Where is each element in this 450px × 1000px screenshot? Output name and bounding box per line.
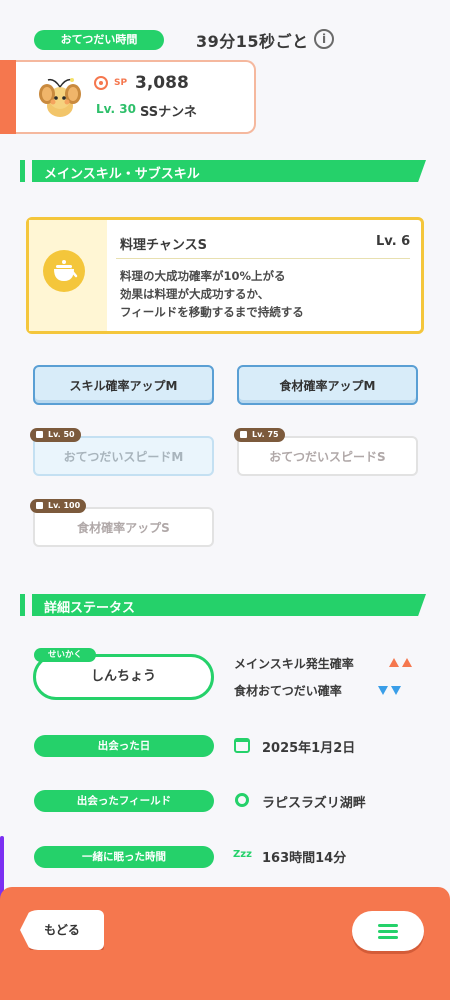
sleep-time-value: 163時間14分: [262, 851, 347, 866]
met-field-label: 出会ったフィールド: [34, 790, 214, 812]
nature-up-effect: メインスキル発生確率: [234, 657, 354, 671]
menu-icon: [378, 924, 398, 927]
pokemon-level: Lv. 30: [96, 102, 136, 116]
met-field-value: ラピスラズリ湖畔: [262, 796, 366, 811]
nature-label: せいかく: [34, 648, 96, 662]
lock-badge-lv50: Lv. 50: [30, 428, 81, 442]
main-skill-description: 料理の大成功確率が10%上がる 効果は料理が大成功するか、 フィールドを移動する…: [120, 269, 304, 319]
sp-icon: [94, 76, 108, 90]
lock-badge-lv100: Lv. 100: [30, 499, 87, 513]
menu-button[interactable]: [352, 911, 424, 951]
help-time-value: 39分15秒ごと: [196, 32, 309, 51]
sleep-icon: Zzz: [233, 849, 252, 860]
sub-skill-1-button[interactable]: スキル確率アップM: [33, 365, 214, 405]
down-arrow-icon: [391, 686, 401, 695]
main-skill-level: Lv. 6: [376, 234, 411, 249]
location-pin-icon: [235, 793, 249, 807]
sub-skill-3-button[interactable]: おてつだいスピードM: [33, 436, 214, 476]
down-arrow-icon: [378, 686, 388, 695]
dedenne-icon: [39, 78, 81, 117]
lock-badge-lv75: Lv. 75: [234, 428, 285, 442]
menu-icon-line: [378, 930, 398, 933]
met-date-value: 2025年1月2日: [262, 741, 356, 756]
skills-section-header: メインスキル・サブスキル: [20, 160, 426, 182]
nature-down-effect: 食材おてつだい確率: [234, 684, 342, 698]
menu-icon-line: [378, 936, 398, 939]
up-arrow-icon: [389, 658, 399, 667]
info-icon[interactable]: i: [314, 29, 334, 49]
back-button[interactable]: もどる: [20, 910, 104, 950]
pokemon-name: SSナンネ: [140, 105, 197, 120]
pokemon-card-accent: [0, 60, 16, 134]
sub-skill-5-button[interactable]: 食材確率アップS: [33, 507, 214, 547]
help-time-label: おてつだい時間: [34, 30, 164, 50]
cooking-pot-icon: [43, 250, 85, 292]
main-skill-name: 料理チャンスS: [120, 238, 207, 253]
calendar-icon: [234, 738, 250, 753]
section-title: 詳細ステータス: [44, 601, 136, 616]
sub-skill-2-button[interactable]: 食材確率アップM: [237, 365, 418, 405]
sp-value: 3,088: [135, 73, 189, 93]
details-section-header: 詳細ステータス: [20, 594, 426, 616]
met-date-label: 出会った日: [34, 735, 214, 757]
sleep-time-label: 一緒に眠った時間: [34, 846, 214, 868]
divider: [116, 258, 410, 259]
sub-skill-4-button[interactable]: おてつだいスピードS: [237, 436, 418, 476]
sp-label: SP: [114, 78, 128, 88]
up-arrow-icon: [402, 658, 412, 667]
section-title: メインスキル・サブスキル: [44, 167, 200, 182]
